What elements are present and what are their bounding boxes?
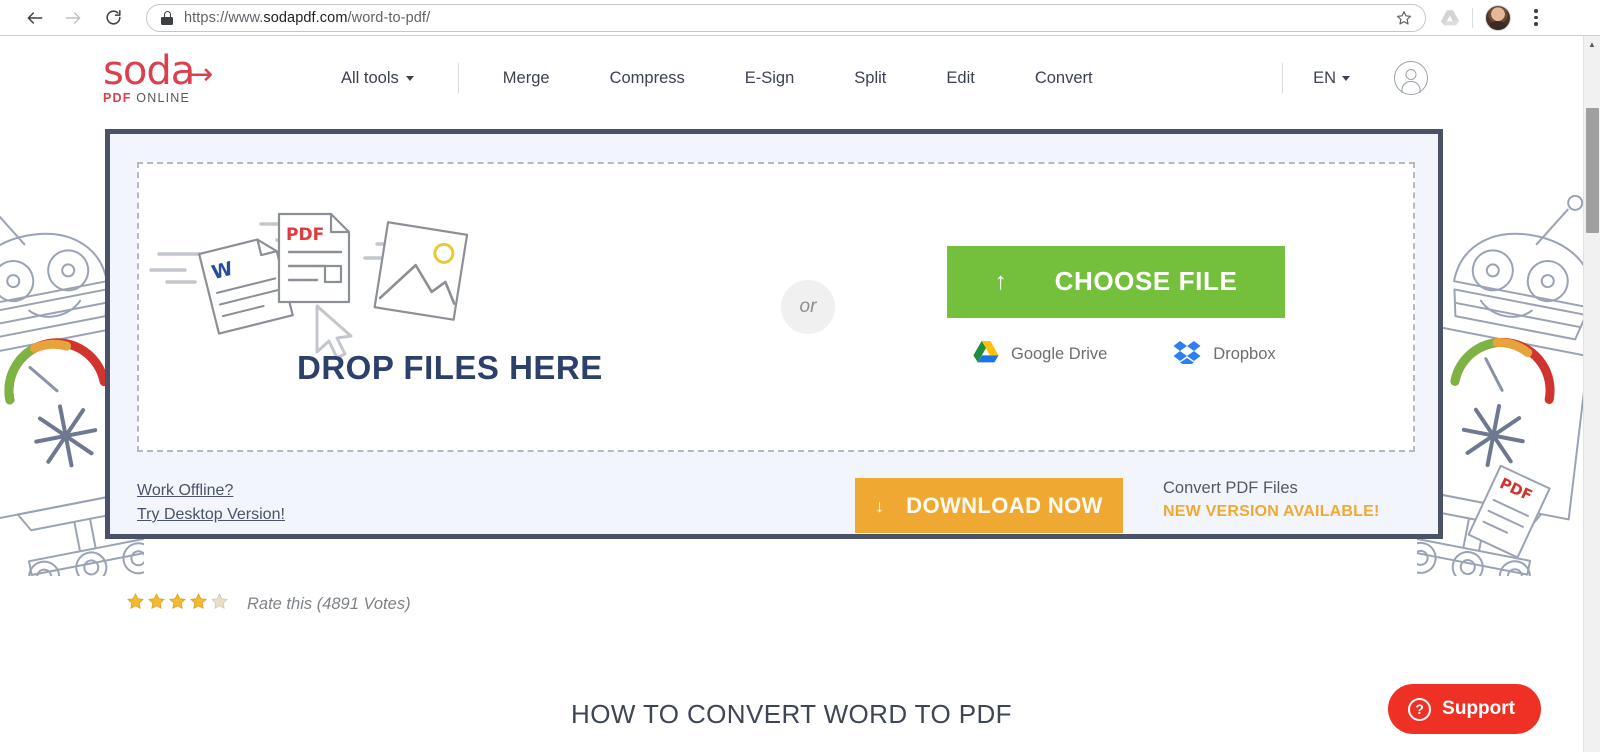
lock-icon xyxy=(161,10,173,25)
nav-item-convert[interactable]: Convert xyxy=(1035,69,1093,88)
star-icon-filled[interactable] xyxy=(168,592,187,616)
logo-wordmark: soda xyxy=(103,47,195,94)
star-rating[interactable] xyxy=(126,592,229,616)
nav-divider-right xyxy=(1282,63,1284,93)
nav-item-split[interactable]: Split xyxy=(854,69,886,88)
nav-item-all-tools[interactable]: All tools xyxy=(341,69,414,88)
choose-file-label: CHOOSE FILE xyxy=(1054,266,1238,296)
scroll-up-arrow-icon[interactable]: ▲ xyxy=(1584,36,1600,53)
header-right: EN xyxy=(1282,61,1428,95)
support-label: Support xyxy=(1442,698,1515,719)
download-arrow-icon: ↓ xyxy=(875,495,885,516)
scrollbar-thumb[interactable] xyxy=(1586,108,1599,233)
nav-divider xyxy=(457,63,459,93)
site-header: soda → PDF ONLINE All tools Merge Compre… xyxy=(0,36,1583,120)
chevron-down-icon xyxy=(405,75,414,81)
file-conversion-illustration: W PDF xyxy=(149,186,479,366)
rate-this-text[interactable]: Rate this (4891 Votes) xyxy=(247,595,411,614)
star-icon-filled[interactable] xyxy=(189,592,208,616)
question-circle-icon: ? xyxy=(1408,697,1432,721)
choose-file-column: ↑ CHOOSE FILE Google Drive Dropbox xyxy=(947,245,1285,369)
star-icon-filled[interactable] xyxy=(147,592,166,616)
download-now-label: DOWNLOAD NOW xyxy=(906,492,1103,518)
or-separator: or xyxy=(781,280,835,334)
browser-toolbar: https://www.sodapdf.com/word-to-pdf/ xyxy=(0,0,1600,36)
choose-file-button[interactable]: ↑ CHOOSE FILE xyxy=(947,245,1285,318)
url-path: /word-to-pdf/ xyxy=(347,9,431,26)
logo-pdf-text: PDF xyxy=(103,90,132,105)
nav-item-merge[interactable]: Merge xyxy=(503,69,550,88)
download-now-button[interactable]: ↓ DOWNLOAD NOW xyxy=(855,478,1123,533)
star-icon-faded[interactable] xyxy=(210,592,229,616)
url-text: https://www.sodapdf.com/word-to-pdf/ xyxy=(184,10,430,26)
back-arrow-icon[interactable] xyxy=(20,3,50,33)
convert-note-line1: Convert PDF Files xyxy=(1163,479,1298,497)
convert-note-line2[interactable]: NEW VERSION AVAILABLE! xyxy=(1163,500,1380,523)
logo-online-text: ONLINE xyxy=(136,90,191,105)
main-nav: All tools Merge Compress E-Sign Split Ed… xyxy=(341,63,1093,93)
svg-text:PDF: PDF xyxy=(1497,474,1535,505)
forward-arrow-icon[interactable] xyxy=(58,3,88,33)
address-bar[interactable]: https://www.sodapdf.com/word-to-pdf/ xyxy=(146,3,1426,32)
support-button[interactable]: ? Support xyxy=(1388,684,1541,734)
logo-arrow-icon: → xyxy=(188,56,213,92)
nav-item-e-sign[interactable]: E-Sign xyxy=(745,69,795,88)
toolbar-divider xyxy=(1472,7,1473,28)
star-icon[interactable] xyxy=(1395,9,1413,27)
google-drive-label: Google Drive xyxy=(1011,344,1108,363)
site-logo[interactable]: soda → PDF ONLINE xyxy=(103,47,233,105)
page-scrollbar[interactable]: ▲ xyxy=(1583,36,1600,752)
url-domain: sodapdf.com xyxy=(263,9,348,26)
svg-text:PDF: PDF xyxy=(286,225,324,245)
nav-item-label: All tools xyxy=(341,68,399,87)
kebab-menu-icon[interactable] xyxy=(1523,9,1549,26)
panel-bottom-bar: Work Offline? Try Desktop Version! ↓ DOW… xyxy=(137,477,1415,539)
star-icon-filled[interactable] xyxy=(126,592,145,616)
convert-pdf-note: Convert PDF Files NEW VERSION AVAILABLE! xyxy=(1163,477,1380,523)
language-selector[interactable]: EN xyxy=(1313,69,1350,88)
user-account-icon[interactable] xyxy=(1394,61,1428,95)
dropbox-option[interactable]: Dropbox xyxy=(1173,340,1276,369)
dropzone-left: W PDF DROP FILES HERE xyxy=(139,164,759,450)
rating-row: Rate this (4891 Votes) xyxy=(126,592,411,616)
google-drive-option[interactable]: Google Drive xyxy=(973,340,1107,368)
dropbox-icon xyxy=(1173,340,1201,369)
upload-arrow-icon: ↑ xyxy=(994,267,1007,295)
how-to-section-title: HOW TO CONVERT WORD TO PDF xyxy=(571,699,1012,729)
offline-links: Work Offline? Try Desktop Version! xyxy=(137,479,285,527)
reload-icon[interactable] xyxy=(98,3,128,33)
upload-panel: W PDF DROP FILES HERE or ↑ CHOOSE FILE G… xyxy=(105,129,1443,539)
drop-files-title: DROP FILES HERE xyxy=(297,349,603,386)
cloud-sources: Google Drive Dropbox xyxy=(947,340,1285,369)
work-offline-link[interactable]: Work Offline? xyxy=(137,479,285,503)
browser-actions xyxy=(1440,4,1557,31)
nav-item-edit[interactable]: Edit xyxy=(946,69,974,88)
dropbox-label: Dropbox xyxy=(1213,344,1276,363)
nav-item-compress[interactable]: Compress xyxy=(610,69,685,88)
try-desktop-link[interactable]: Try Desktop Version! xyxy=(137,503,285,527)
file-dropzone[interactable]: W PDF DROP FILES HERE or ↑ CHOOSE FILE G… xyxy=(137,162,1415,452)
google-drive-icon xyxy=(973,340,999,368)
avatar[interactable] xyxy=(1485,4,1511,31)
chevron-down-icon xyxy=(1342,75,1350,81)
url-scheme: https://www. xyxy=(184,9,264,26)
page-content: soda → PDF ONLINE All tools Merge Compre… xyxy=(0,36,1583,752)
drive-extension-icon[interactable] xyxy=(1440,9,1460,27)
language-label: EN xyxy=(1313,68,1336,87)
